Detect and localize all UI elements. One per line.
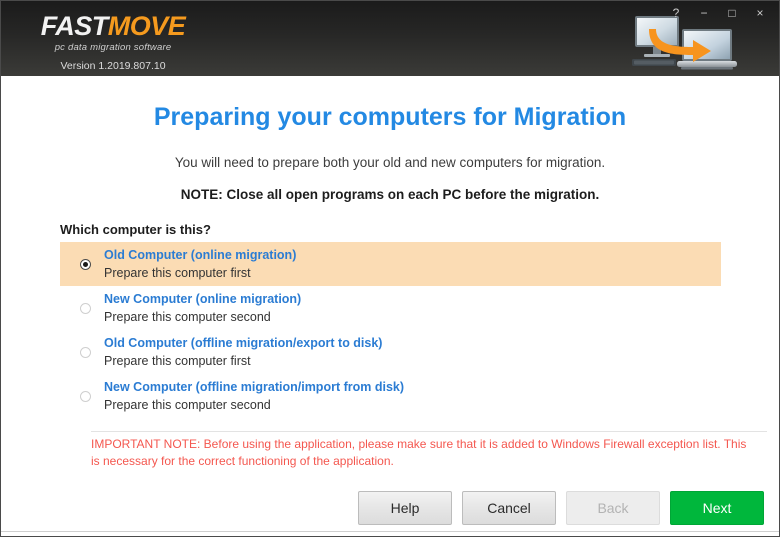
title-bar: FASTMOVE pc data migration software Vers… xyxy=(1,1,779,76)
important-note-text: IMPORTANT NOTE: Before using the applica… xyxy=(91,437,747,468)
option-text-block: New Computer (offline migration/import f… xyxy=(104,379,404,414)
radio-button-icon[interactable] xyxy=(79,346,91,358)
footer-divider xyxy=(1,531,779,532)
page-subtitle: You will need to prepare both your old a… xyxy=(174,155,606,170)
next-button[interactable]: Next xyxy=(670,491,764,525)
option-text-block: Old Computer (offline migration/export t… xyxy=(104,335,382,370)
question-label: Which computer is this? xyxy=(60,222,211,237)
option-description: Prepare this computer second xyxy=(104,309,271,324)
footer-button-bar: Help Cancel Back Next xyxy=(358,491,764,525)
window-controls: ? − □ × xyxy=(663,3,773,23)
app-logo: FASTMOVE pc data migration software Vers… xyxy=(23,11,203,73)
option-text-block: Old Computer (online migration) Prepare … xyxy=(104,247,296,282)
maximize-icon[interactable]: □ xyxy=(719,3,745,23)
option-text-block: New Computer (online migration) Prepare … xyxy=(104,291,301,326)
radio-button-icon[interactable] xyxy=(79,258,91,270)
radio-wrapper xyxy=(74,346,96,358)
logo-tagline: pc data migration software xyxy=(54,42,172,53)
back-button: Back xyxy=(566,491,660,525)
page-note: NOTE: Close all open programs on each PC… xyxy=(180,187,600,202)
logo-text-fast: FAST xyxy=(40,11,109,41)
help-button[interactable]: Help xyxy=(358,491,452,525)
option-title: New Computer (offline migration/import f… xyxy=(104,379,405,394)
option-title: Old Computer (online migration) xyxy=(104,247,297,262)
option-description: Prepare this computer first xyxy=(104,353,251,368)
radio-wrapper xyxy=(74,258,96,270)
application-window: FASTMOVE pc data migration software Vers… xyxy=(0,0,780,537)
content-separator xyxy=(91,431,767,432)
radio-wrapper xyxy=(74,390,96,402)
logo-text-move: MOVE xyxy=(107,11,186,41)
minimize-icon[interactable]: − xyxy=(691,3,717,23)
computer-role-radio-group: Old Computer (online migration) Prepare … xyxy=(1,242,779,418)
option-title: New Computer (online migration) xyxy=(104,291,302,306)
titlebar-help-icon[interactable]: ? xyxy=(663,3,689,23)
radio-button-icon[interactable] xyxy=(79,302,91,314)
page-body: Preparing your computers for Migration Y… xyxy=(1,76,779,536)
radio-wrapper xyxy=(74,302,96,314)
logo-wordmark: FASTMOVE xyxy=(23,11,203,41)
radio-option-old-computer-online[interactable]: Old Computer (online migration) Prepare … xyxy=(60,242,721,286)
option-title: Old Computer (offline migration/export t… xyxy=(104,335,383,350)
app-version-label: Version 1.2019.807.10 xyxy=(60,60,166,72)
option-description: Prepare this computer second xyxy=(104,397,271,412)
cancel-button[interactable]: Cancel xyxy=(462,491,556,525)
radio-option-new-computer-offline[interactable]: New Computer (offline migration/import f… xyxy=(1,374,779,418)
radio-option-new-computer-online[interactable]: New Computer (online migration) Prepare … xyxy=(1,286,779,330)
page-title: Preparing your computers for Migration xyxy=(153,103,627,131)
option-description: Prepare this computer first xyxy=(104,265,251,280)
radio-option-old-computer-offline[interactable]: Old Computer (offline migration/export t… xyxy=(1,330,779,374)
radio-button-icon[interactable] xyxy=(79,390,91,402)
close-icon[interactable]: × xyxy=(747,3,773,23)
